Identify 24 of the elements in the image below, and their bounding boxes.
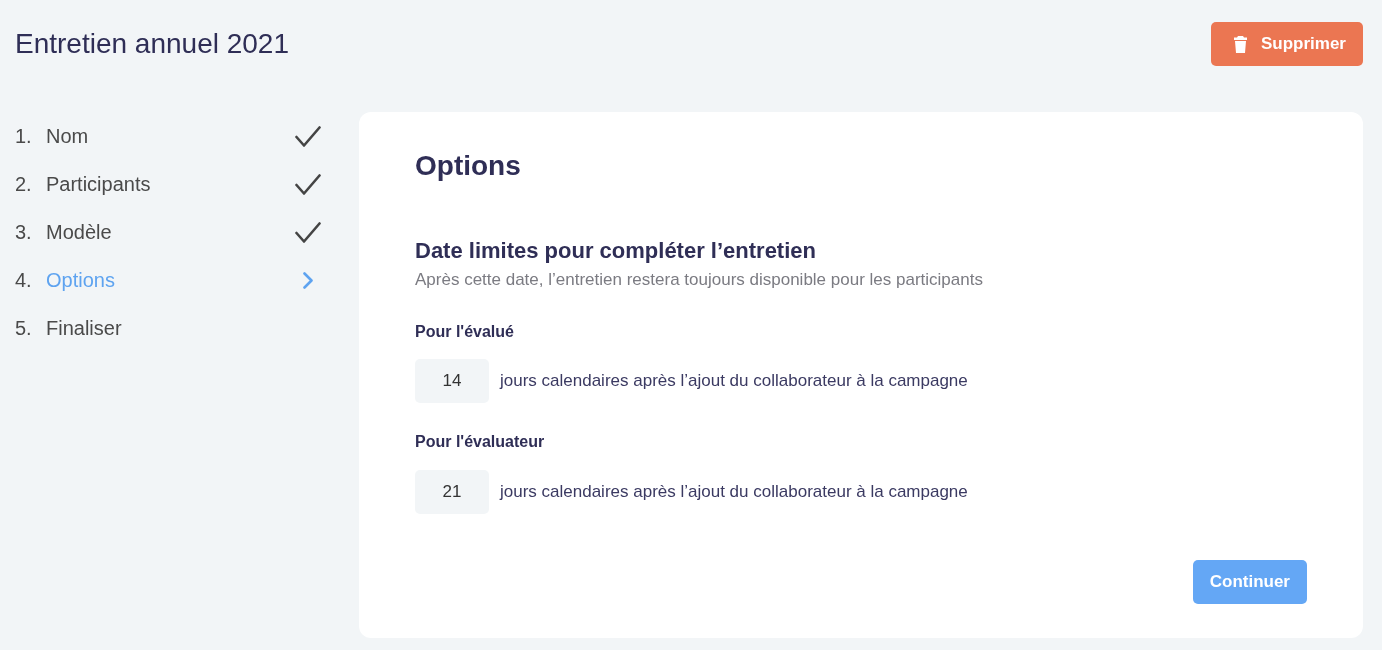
- check-icon: [295, 173, 321, 195]
- step-item[interactable]: Modèle: [46, 208, 321, 256]
- step-item[interactable]: Nom: [46, 112, 321, 160]
- page-title: Entretien annuel 2021: [15, 27, 289, 61]
- section-title: Date limites pour compléter l’entretien: [415, 237, 817, 265]
- trash-icon: [1233, 35, 1247, 53]
- deadline-description: jours calendaires après l’ajout du collaborateur à la campagne: [500, 481, 968, 504]
- check-icon: [295, 221, 321, 243]
- days-input[interactable]: 14: [415, 359, 489, 403]
- chevron-right-icon: [303, 271, 313, 289]
- days-input[interactable]: 21: [415, 470, 489, 514]
- step-number: 4.: [15, 268, 33, 293]
- field-label: Pour l'évalué: [415, 322, 515, 342]
- section-description: Après cette date, l’entretien restera toujours disponible pour les participants: [415, 269, 984, 291]
- field-label: Pour l'évaluateur: [415, 432, 546, 452]
- card-title: Options: [415, 149, 522, 183]
- step-number: 1.: [15, 124, 33, 149]
- deadline-description: jours calendaires après l’ajout du collaborateur à la campagne: [500, 370, 968, 393]
- step-number: 3.: [15, 220, 33, 245]
- step-item[interactable]: Participants: [46, 160, 321, 208]
- step-number: 5.: [15, 316, 33, 341]
- step-item[interactable]: Finaliser: [46, 304, 321, 352]
- step-number: 2.: [15, 172, 33, 197]
- check-icon: [295, 125, 321, 147]
